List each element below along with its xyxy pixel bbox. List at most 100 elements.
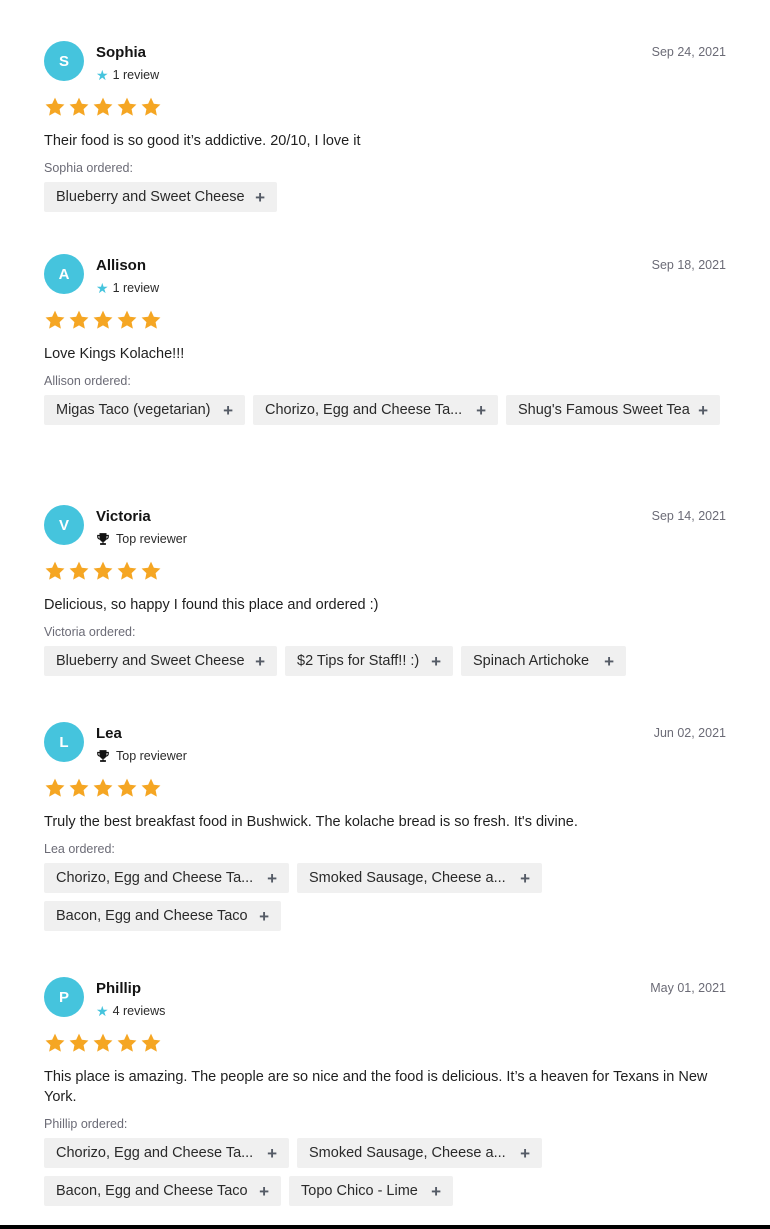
ordered-item-label: Spinach Artichoke xyxy=(473,653,590,669)
reviewer-meta: Top reviewer xyxy=(96,532,187,546)
rating-star-icon xyxy=(140,777,164,799)
add-icon[interactable]: + xyxy=(431,1183,441,1200)
ordered-item-chip[interactable]: Smoked Sausage, Cheese a... + xyxy=(297,863,542,893)
ordered-item-chip[interactable]: Bacon, Egg and Cheese Taco + xyxy=(44,901,281,931)
ordered-item-label: $2 Tips for Staff!! :) xyxy=(297,653,420,669)
star-rating xyxy=(44,777,164,799)
add-icon[interactable]: + xyxy=(267,1145,277,1162)
add-icon[interactable]: + xyxy=(255,653,265,670)
review-date: May 01, 2021 xyxy=(650,981,726,995)
ordered-item-label: Bacon, Egg and Cheese Taco xyxy=(56,908,248,924)
ordered-items: Migas Taco (vegetarian) + Chorizo, Egg and… xyxy=(44,395,726,425)
rating-star-icon xyxy=(92,96,116,118)
rating-star-icon xyxy=(44,1032,68,1054)
reviewer-name[interactable]: Victoria xyxy=(96,508,151,525)
reviewer-name[interactable]: Allison xyxy=(96,257,146,274)
rating-star-icon xyxy=(92,309,116,331)
ordered-item-label: Chorizo, Egg and Cheese Ta... xyxy=(56,1145,254,1161)
star-rating xyxy=(44,560,164,582)
rating-star-icon xyxy=(116,1032,140,1054)
rating-star-icon xyxy=(92,777,116,799)
trophy-icon xyxy=(96,749,116,763)
rating-star-icon xyxy=(140,309,164,331)
rating-star-icon xyxy=(92,560,116,582)
ordered-item-label: Smoked Sausage, Cheese a... xyxy=(309,870,506,886)
rating-star-icon xyxy=(68,777,92,799)
ordered-item-chip[interactable]: Chorizo, Egg and Cheese Ta... + xyxy=(44,863,289,893)
review-text: Delicious, so happy I found this place a… xyxy=(44,597,379,613)
reviewer-meta-text: 4 reviews xyxy=(112,1004,166,1018)
review-date: Sep 14, 2021 xyxy=(651,509,726,523)
rating-star-icon xyxy=(68,1032,92,1054)
ordered-item-chip[interactable]: Migas Taco (vegetarian) + xyxy=(44,395,245,425)
reviewer-meta: ★ 1 review xyxy=(96,68,159,82)
ordered-label: Sophia ordered: xyxy=(44,161,133,175)
reviewer-meta-text: 1 review xyxy=(112,281,160,295)
ordered-item-chip[interactable]: Bacon, Egg and Cheese Taco + xyxy=(44,1176,281,1206)
ordered-item-label: Bacon, Egg and Cheese Taco xyxy=(56,1183,248,1199)
review-date: Sep 18, 2021 xyxy=(651,258,726,272)
reviewer-meta-text: 1 review xyxy=(112,68,160,82)
ordered-items: Blueberry and Sweet Cheese + $2 Tips for S… xyxy=(44,646,726,676)
reviewer-name[interactable]: Phillip xyxy=(96,980,141,997)
add-icon[interactable]: + xyxy=(604,653,614,670)
rating-star-icon xyxy=(68,309,92,331)
trophy-icon xyxy=(96,532,116,546)
review-text: Their food is so good it’s addictive. 20… xyxy=(44,133,361,149)
ordered-item-chip[interactable]: Smoked Sausage, Cheese a... + xyxy=(297,1138,542,1168)
rating-star-icon xyxy=(116,560,140,582)
star-icon: ★ xyxy=(96,280,109,296)
add-icon[interactable]: + xyxy=(259,908,269,925)
star-rating xyxy=(44,96,164,118)
review-text: This place is amazing. The people are so… xyxy=(44,1069,708,1105)
ordered-item-chip[interactable]: Shug's Famous Sweet Tea + xyxy=(506,395,720,425)
bottom-border xyxy=(0,1225,770,1229)
rating-star-icon xyxy=(116,309,140,331)
ordered-item-chip[interactable]: Blueberry and Sweet Cheese + xyxy=(44,182,277,212)
review-date: Jun 02, 2021 xyxy=(653,726,726,740)
star-icon: ★ xyxy=(96,67,109,83)
ordered-item-chip[interactable]: Chorizo, Egg and Cheese Ta... + xyxy=(44,1138,289,1168)
ordered-label: Lea ordered: xyxy=(44,842,115,856)
add-icon[interactable]: + xyxy=(223,402,233,419)
add-icon[interactable]: + xyxy=(476,402,486,419)
ordered-item-chip[interactable]: $2 Tips for Staff!! :) + xyxy=(285,646,453,676)
add-icon[interactable]: + xyxy=(255,189,265,206)
rating-star-icon xyxy=(140,96,164,118)
rating-star-icon xyxy=(116,777,140,799)
star-rating xyxy=(44,309,164,331)
ordered-items: Chorizo, Egg and Cheese Ta... + Smoked Sau… xyxy=(44,1138,726,1206)
review-date: Sep 24, 2021 xyxy=(651,45,726,59)
review-text: Truly the best breakfast food in Bushwic… xyxy=(44,814,578,830)
avatar: L xyxy=(44,722,84,762)
rating-star-icon xyxy=(116,96,140,118)
reviewer-name[interactable]: Sophia xyxy=(96,44,146,61)
reviewer-meta: Top reviewer xyxy=(96,749,187,763)
ordered-item-chip[interactable]: Spinach Artichoke + xyxy=(461,646,626,676)
add-icon[interactable]: + xyxy=(698,402,708,419)
reviewer-name[interactable]: Lea xyxy=(96,725,122,742)
star-rating xyxy=(44,1032,164,1054)
ordered-item-chip[interactable]: Blueberry and Sweet Cheese + xyxy=(44,646,277,676)
avatar: A xyxy=(44,254,84,294)
add-icon[interactable]: + xyxy=(431,653,441,670)
avatar: S xyxy=(44,41,84,81)
add-icon[interactable]: + xyxy=(520,1145,530,1162)
add-icon[interactable]: + xyxy=(520,870,530,887)
ordered-items: Blueberry and Sweet Cheese + xyxy=(44,182,726,212)
ordered-item-chip[interactable]: Topo Chico - Lime + xyxy=(289,1176,453,1206)
ordered-item-label: Migas Taco (vegetarian) xyxy=(56,402,211,418)
review-text: Love Kings Kolache!!! xyxy=(44,346,185,362)
ordered-item-chip[interactable]: Chorizo, Egg and Cheese Ta... + xyxy=(253,395,498,425)
ordered-items: Chorizo, Egg and Cheese Ta... + Smoked Sau… xyxy=(44,863,726,931)
rating-star-icon xyxy=(44,96,68,118)
add-icon[interactable]: + xyxy=(267,870,277,887)
star-icon: ★ xyxy=(96,1003,109,1019)
ordered-item-label: Chorizo, Egg and Cheese Ta... xyxy=(265,402,463,418)
add-icon[interactable]: + xyxy=(259,1183,269,1200)
ordered-item-label: Blueberry and Sweet Cheese xyxy=(56,653,245,669)
ordered-item-label: Smoked Sausage, Cheese a... xyxy=(309,1145,506,1161)
ordered-item-label: Topo Chico - Lime xyxy=(301,1183,418,1199)
rating-star-icon xyxy=(44,560,68,582)
avatar: V xyxy=(44,505,84,545)
